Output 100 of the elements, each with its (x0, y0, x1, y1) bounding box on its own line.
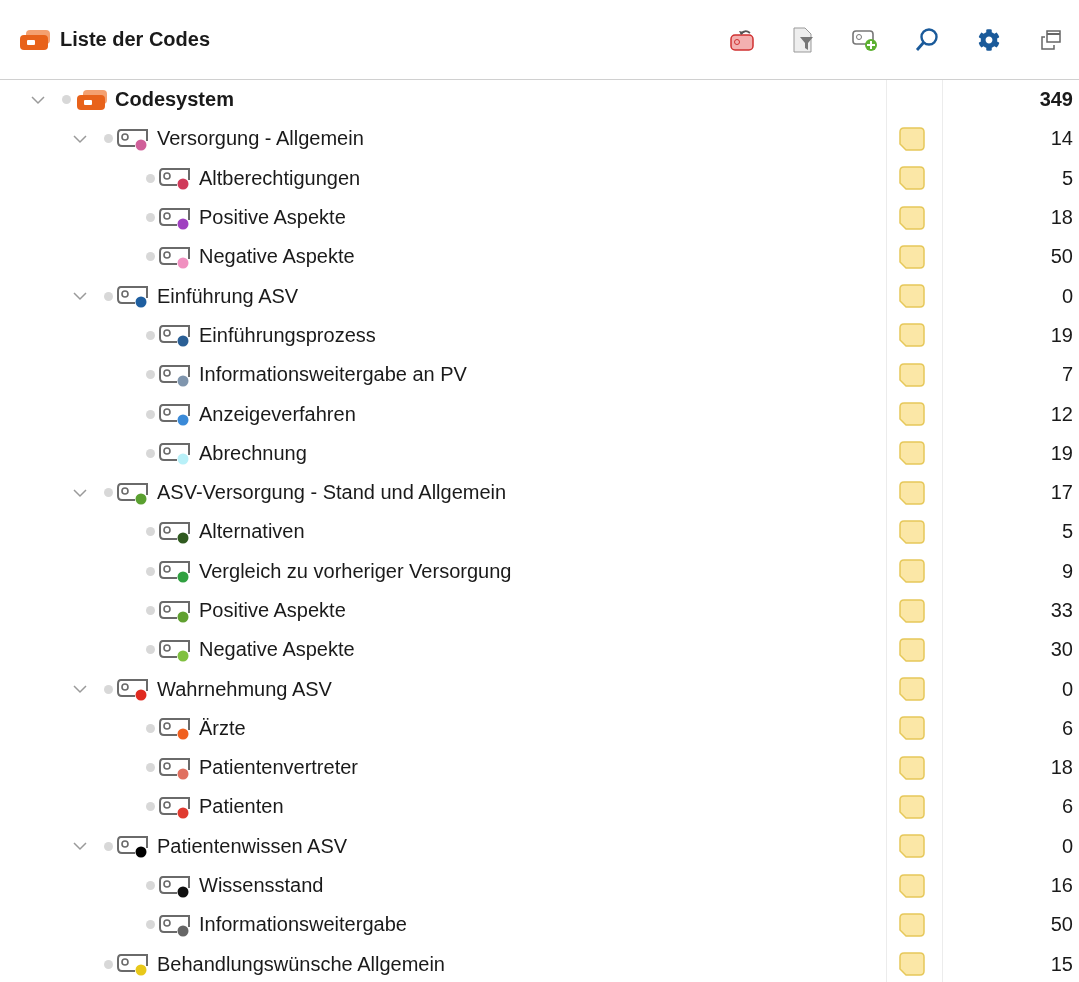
code-label[interactable]: Positive Aspekte (199, 599, 346, 622)
memo-icon[interactable] (899, 519, 925, 544)
status-dot (104, 291, 113, 301)
memo-icon[interactable] (899, 873, 925, 898)
memo-icon[interactable] (899, 402, 925, 426)
chevron-icon (72, 132, 88, 145)
tag-plus-icon (851, 27, 879, 52)
memo-icon[interactable] (899, 205, 925, 230)
code-label[interactable]: Patienten (199, 795, 284, 819)
code-count: 7 (1060, 363, 1074, 387)
code-label[interactable]: Informationsweitergabe an PV (199, 363, 467, 387)
code-count: 6 (1060, 795, 1074, 819)
memo-icon[interactable] (899, 441, 925, 466)
status-dot (146, 527, 155, 537)
code-icon (117, 952, 151, 977)
code-label[interactable]: ASV-Versorgung - Stand und Allgemein (157, 481, 507, 505)
code-count: 5 (1060, 520, 1074, 544)
code-icon (159, 519, 193, 544)
tag-undo-icon (727, 27, 755, 52)
status-dot (146, 252, 155, 262)
memo-icon[interactable] (899, 755, 925, 780)
status-dot (146, 645, 155, 655)
code-label[interactable]: Behandlungswünsche Allgemein (157, 952, 445, 976)
code-icon (159, 795, 193, 819)
status-dot (146, 213, 155, 223)
code-icon (117, 480, 151, 505)
code-count: 15 (1049, 952, 1074, 976)
memo-icon[interactable] (899, 126, 925, 151)
code-label[interactable]: Patientenwissen ASV (157, 834, 348, 858)
status-dot (146, 723, 155, 733)
code-icon (159, 873, 193, 898)
memo-icon[interactable] (899, 598, 925, 623)
code-count: 30 (1049, 638, 1074, 662)
code-label[interactable]: Einführungsprozess (199, 323, 376, 347)
code-count: 16 (1049, 874, 1074, 898)
code-label[interactable]: Wahrnehmung ASV (157, 677, 332, 701)
memo-icon[interactable] (899, 166, 925, 191)
code-count: 50 (1049, 245, 1074, 269)
code-icon (159, 559, 193, 584)
code-label[interactable]: Patientenvertreter (199, 756, 358, 780)
code-icon (159, 598, 193, 623)
code-icon (117, 834, 151, 859)
code-label[interactable]: Altberechtigungen (199, 166, 361, 190)
code-icon (117, 126, 151, 151)
code-label[interactable]: Informationsweitergabe (199, 913, 407, 937)
memo-icon[interactable] (899, 795, 925, 819)
code-label[interactable]: Alternativen (199, 520, 305, 544)
status-dot (104, 684, 113, 694)
code-label[interactable]: Negative Aspekte (199, 245, 355, 269)
memo-icon[interactable] (899, 284, 925, 309)
code-count: 0 (1060, 284, 1074, 308)
code-label[interactable]: Wissensstand (199, 874, 324, 898)
memo-icon[interactable] (899, 716, 925, 741)
code-count: 33 (1049, 599, 1074, 622)
status-dot (104, 841, 113, 851)
code-label[interactable]: Einführung ASV (157, 284, 299, 308)
memo-icon[interactable] (899, 480, 925, 505)
code-count: 19 (1049, 441, 1074, 465)
status-dot (146, 881, 155, 891)
code-label[interactable]: Vergleich zu vorheriger Versorgung (199, 559, 512, 583)
code-icon (159, 755, 193, 780)
code-label[interactable]: Versorgung - Allgemein (157, 127, 364, 151)
status-dot (146, 448, 155, 458)
memo-icon[interactable] (899, 912, 925, 937)
code-list-icon (18, 28, 52, 51)
memo-icon[interactable] (899, 834, 925, 859)
code-count: 18 (1049, 756, 1074, 780)
code-label[interactable]: Codesystem (115, 88, 234, 112)
memo-icon[interactable] (899, 323, 925, 348)
memo-icon[interactable] (899, 677, 925, 702)
code-icon (159, 441, 193, 466)
document-filter-icon (791, 26, 815, 53)
code-count: 12 (1049, 402, 1074, 426)
memo-icon[interactable] (899, 637, 925, 662)
code-icon (159, 323, 193, 348)
status-dot (146, 409, 155, 419)
code-icon (159, 912, 193, 937)
memo-icon[interactable] (899, 362, 925, 387)
code-icon (159, 402, 193, 426)
status-dot (146, 763, 155, 773)
code-label[interactable]: Ärzte (199, 716, 246, 740)
chevron-icon (30, 93, 46, 106)
status-dot (146, 566, 155, 576)
code-count: 0 (1060, 677, 1074, 701)
code-count: 19 (1049, 323, 1074, 347)
code-count: 9 (1060, 559, 1074, 583)
code-label[interactable]: Abrechnung (199, 441, 307, 465)
code-label[interactable]: Negative Aspekte (199, 638, 355, 662)
chevron-icon (72, 486, 88, 499)
code-icon (159, 362, 193, 387)
memo-icon[interactable] (899, 952, 925, 977)
code-count: 0 (1060, 834, 1074, 858)
code-count: 5 (1060, 166, 1074, 190)
code-label[interactable]: Anzeigeverfahren (199, 402, 356, 426)
memo-icon[interactable] (899, 244, 925, 269)
memo-icon[interactable] (899, 559, 925, 584)
status-dot (104, 488, 113, 498)
status-dot (146, 330, 155, 340)
code-icon (159, 716, 193, 741)
code-label[interactable]: Positive Aspekte (199, 206, 346, 230)
